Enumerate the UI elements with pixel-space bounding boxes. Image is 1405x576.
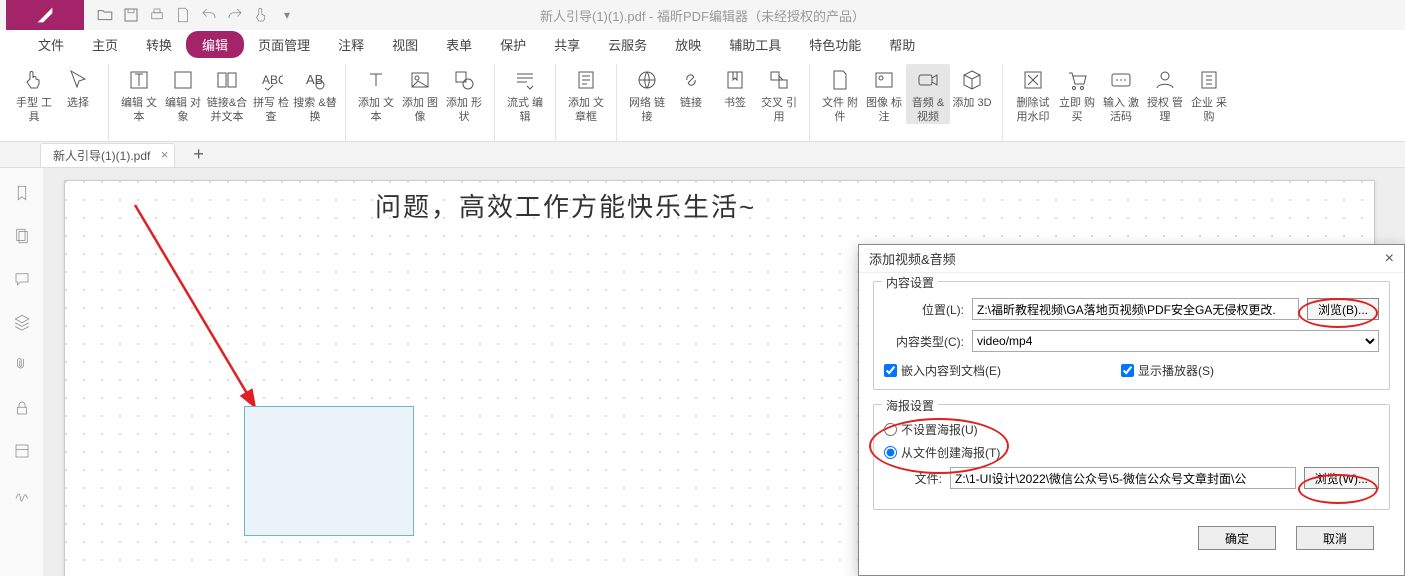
comments-panel-icon[interactable] <box>13 270 31 291</box>
audio-video-button[interactable]: 音频 & 视频 <box>906 64 950 124</box>
content-type-select[interactable]: video/mp4 <box>972 330 1379 352</box>
add-3d-button[interactable]: 添加 3D <box>950 64 994 110</box>
add-shape-button[interactable]: 添加 形状 <box>442 64 486 124</box>
add-text-button[interactable]: 添加 文本 <box>354 64 398 124</box>
close-tab-icon[interactable]: × <box>161 147 169 162</box>
fields-panel-icon[interactable] <box>13 442 31 463</box>
menu-access[interactable]: 辅助工具 <box>715 31 795 58</box>
menu-file[interactable]: 文件 <box>24 31 78 58</box>
more-icon[interactable]: ▾ <box>274 2 300 28</box>
embed-checkbox[interactable]: 嵌入内容到文档(E) <box>884 362 1001 379</box>
menu-help[interactable]: 帮助 <box>875 31 929 58</box>
page-icon[interactable] <box>170 2 196 28</box>
license-mgmt-button[interactable]: 授权 管理 <box>1143 64 1187 124</box>
add-article-button[interactable]: 添加 文章框 <box>564 64 608 124</box>
menu-page[interactable]: 页面管理 <box>244 31 324 58</box>
web-link-button[interactable]: 网络 链接 <box>625 64 669 124</box>
enterprise-button[interactable]: 企业 采购 <box>1187 64 1231 124</box>
spell-check-button[interactable]: ABC拼写 检查 <box>249 64 293 124</box>
poster-settings-group: 海报设置 不设置海报(U) 从文件创建海报(T) 文件: 浏览(W)... <box>873 404 1390 510</box>
content-settings-group: 内容设置 位置(L): 浏览(B)... 内容类型(C): video/mp4 … <box>873 281 1390 390</box>
attachment-button[interactable]: 文件 附件 <box>818 64 862 124</box>
file-label: 文件: <box>902 470 942 487</box>
menu-form[interactable]: 表单 <box>432 31 486 58</box>
page-headline: 问题，高效工作方能快乐生活~ <box>375 187 756 224</box>
content-type-label: 内容类型(C): <box>884 333 964 350</box>
image-annot-button[interactable]: 图像 标注 <box>862 64 906 124</box>
edit-object-button[interactable]: 编辑 对象 <box>161 64 205 124</box>
add-media-dialog: 添加视频&音频 × 内容设置 位置(L): 浏览(B)... 内容类型(C): … <box>858 244 1405 576</box>
menu-feature[interactable]: 特色功能 <box>795 31 875 58</box>
document-tabs: 新人引导(1)(1).pdf × + <box>0 142 1405 168</box>
security-panel-icon[interactable] <box>13 399 31 420</box>
dialog-title: 添加视频&音频 <box>869 249 956 268</box>
cancel-button[interactable]: 取消 <box>1296 526 1374 550</box>
bookmark-button[interactable]: 书签 <box>713 64 757 110</box>
menu-view[interactable]: 视图 <box>378 31 432 58</box>
redo-icon[interactable] <box>222 2 248 28</box>
menu-present[interactable]: 放映 <box>661 31 715 58</box>
select-button[interactable]: 选择 <box>56 64 100 110</box>
svg-text:AB: AB <box>306 72 323 87</box>
menu-cloud[interactable]: 云服务 <box>594 31 661 58</box>
edit-text-button[interactable]: 编辑 文本 <box>117 64 161 124</box>
document-tab[interactable]: 新人引导(1)(1).pdf × <box>40 143 175 167</box>
dialog-close-icon[interactable]: × <box>1385 250 1394 268</box>
menu-share[interactable]: 共享 <box>540 31 594 58</box>
layers-panel-icon[interactable] <box>13 313 31 334</box>
annotation-arrow <box>129 199 279 429</box>
browse-poster-button[interactable]: 浏览(W)... <box>1304 467 1379 489</box>
hand-tool-button[interactable]: 手型 工具 <box>12 64 56 124</box>
undo-icon[interactable] <box>196 2 222 28</box>
menu-convert[interactable]: 转换 <box>132 31 186 58</box>
search-replace-button[interactable]: AB搜索 &替换 <box>293 64 337 124</box>
link-button[interactable]: 链接 <box>669 64 713 110</box>
open-icon[interactable] <box>92 2 118 28</box>
reflow-edit-button[interactable]: 流式 编辑 <box>503 64 547 124</box>
crossref-button[interactable]: 交叉 引用 <box>757 64 801 124</box>
menubar: 文件 主页 转换 编辑 页面管理 注释 视图 表单 保护 共享 云服务 放映 辅… <box>0 30 1405 58</box>
buy-now-button[interactable]: 立即 购买 <box>1055 64 1099 124</box>
quick-access-bar: ▾ 新人引导(1)(1).pdf - 福昕PDF编辑器（未经授权的产品） <box>0 0 1405 30</box>
activation-button[interactable]: 输入 激活码 <box>1099 64 1143 124</box>
print-icon[interactable] <box>144 2 170 28</box>
signatures-panel-icon[interactable] <box>13 485 31 506</box>
ribbon: 手型 工具 选择 编辑 文本 编辑 对象 链接&合 并文本 ABC拼写 检查 A… <box>0 58 1405 142</box>
dialog-titlebar: 添加视频&音频 × <box>859 245 1404 273</box>
pages-panel-icon[interactable] <box>13 227 31 248</box>
remove-watermark-button[interactable]: 删除试 用水印 <box>1011 64 1055 124</box>
poster-file-input[interactable] <box>950 467 1296 489</box>
menu-home[interactable]: 主页 <box>78 31 132 58</box>
app-logo <box>6 0 84 30</box>
location-input[interactable] <box>972 298 1299 320</box>
tab-label: 新人引导(1)(1).pdf <box>53 149 150 163</box>
ok-button[interactable]: 确定 <box>1198 526 1276 550</box>
menu-edit[interactable]: 编辑 <box>186 31 244 58</box>
group-legend: 海报设置 <box>882 397 938 414</box>
link-merge-button[interactable]: 链接&合 并文本 <box>205 64 249 124</box>
menu-protect[interactable]: 保护 <box>486 31 540 58</box>
add-image-button[interactable]: 添加 图像 <box>398 64 442 124</box>
save-icon[interactable] <box>118 2 144 28</box>
location-label: 位置(L): <box>884 301 964 318</box>
show-player-checkbox[interactable]: 显示播放器(S) <box>1121 362 1214 379</box>
sidebar <box>0 168 44 576</box>
no-poster-radio[interactable]: 不设置海报(U) <box>884 421 1379 438</box>
bookmark-panel-icon[interactable] <box>13 184 31 205</box>
attachments-panel-icon[interactable] <box>13 356 31 377</box>
file-poster-radio[interactable]: 从文件创建海报(T) <box>884 444 1379 461</box>
menu-comment[interactable]: 注释 <box>324 31 378 58</box>
browse-location-button[interactable]: 浏览(B)... <box>1307 298 1379 320</box>
group-legend: 内容设置 <box>882 274 938 291</box>
touch-icon[interactable] <box>248 2 274 28</box>
add-tab-icon[interactable]: + <box>193 144 204 167</box>
media-placeholder-rect[interactable] <box>244 406 414 536</box>
